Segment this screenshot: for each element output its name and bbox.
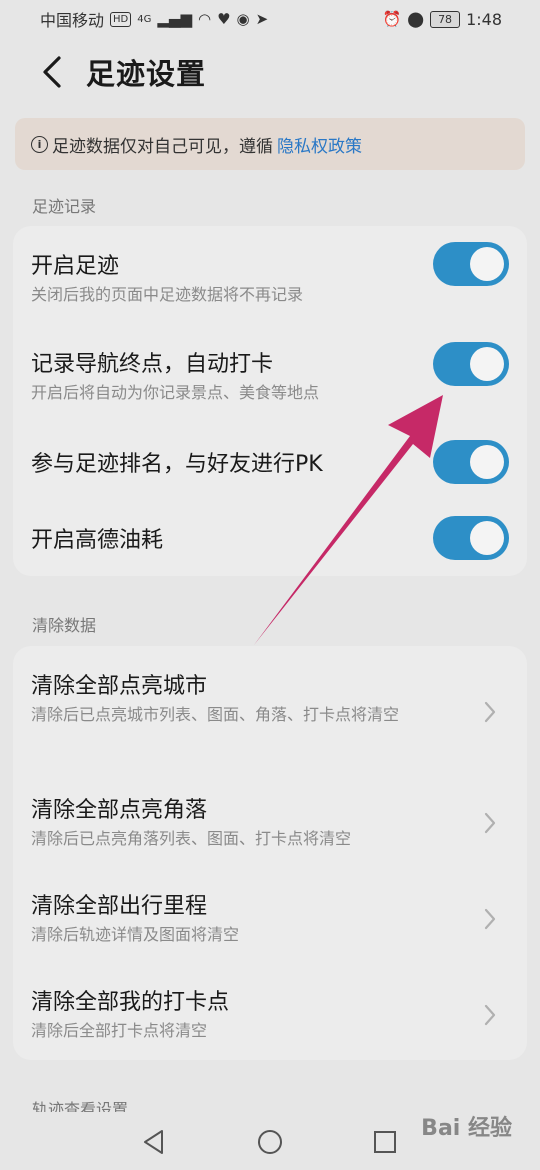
setting-row-enable-footprint[interactable]: 开启足迹 关闭后我的页面中足迹数据将不再记录 — [13, 226, 527, 326]
nav-back-icon[interactable] — [140, 1127, 170, 1157]
setting-title: 记录导航终点，自动打卡 — [31, 352, 274, 377]
info-icon: i — [31, 135, 48, 153]
app-notification-icon: ◉ — [236, 10, 250, 28]
clear-subtitle: 清除后轨迹详情及图面将清空 — [31, 925, 240, 944]
clear-row-cities[interactable]: 清除全部点亮城市 清除后已点亮城市列表、图面、角落、打卡点将清空 — [13, 646, 527, 770]
setting-row-fuel-consumption[interactable]: 开启高德油耗 — [13, 502, 527, 576]
clear-subtitle: 清除后已点亮角落列表、图面、打卡点将清空 — [31, 829, 352, 848]
back-arrow-icon — [43, 56, 61, 88]
setting-row-ranking-pk[interactable]: 参与足迹排名，与好友进行PK — [13, 426, 527, 502]
clear-title: 清除全部我的打卡点 — [31, 990, 230, 1015]
clear-subtitle: 清除后全部打卡点将清空 — [31, 1021, 208, 1040]
location-icon: ⬤ — [407, 10, 425, 28]
clear-title: 清除全部点亮城市 — [31, 674, 208, 699]
toggle-enable-footprint[interactable] — [433, 242, 509, 286]
battery-indicator: 78 — [430, 10, 461, 28]
page-title: 足迹设置 — [86, 57, 207, 91]
setting-subtitle: 关闭后我的页面中足迹数据将不再记录 — [31, 285, 304, 304]
chevron-right-icon — [484, 908, 496, 930]
setting-title: 参与足迹排名，与好友进行PK — [31, 452, 323, 477]
toggle-knob — [470, 247, 504, 281]
setting-subtitle: 开启后将自动为你记录景点、美食等地点 — [31, 383, 320, 402]
setting-title: 开启足迹 — [31, 254, 120, 279]
status-bar: 中国移动 HD 4G ▂▄▆ ◠ ♥ ◉ ➤ ⏰ ⬤ 78 1:48 — [0, 0, 540, 38]
section-title-footprint: 足迹记录 — [32, 197, 97, 216]
section-title-clear-data: 清除数据 — [32, 616, 97, 635]
privacy-policy-link[interactable]: 隐私权政策 — [277, 132, 362, 157]
hd-badge: HD — [110, 11, 132, 27]
network-type: 4G — [137, 13, 152, 25]
chevron-right-icon — [484, 812, 496, 834]
footprint-settings-card: 开启足迹 关闭后我的页面中足迹数据将不再记录 记录导航终点，自动打卡 开启后将自… — [13, 226, 527, 576]
clear-title: 清除全部点亮角落 — [31, 798, 208, 823]
wifi-icon: ◠ — [197, 10, 212, 28]
alarm-icon: ⏰ — [382, 10, 402, 28]
status-bar-left: 中国移动 HD 4G ▂▄▆ ◠ ♥ ◉ ➤ — [40, 7, 268, 31]
privacy-notice: i 足迹数据仅对自己可见，遵循 隐私权政策 — [15, 118, 525, 170]
clear-data-card: 清除全部点亮城市 清除后已点亮城市列表、图面、角落、打卡点将清空 清除全部点亮角… — [13, 646, 527, 1060]
chevron-right-icon — [484, 1004, 496, 1026]
nav-home-icon[interactable] — [255, 1127, 285, 1157]
heart-icon: ♥ — [217, 10, 231, 28]
status-bar-right: ⏰ ⬤ 78 1:48 — [383, 10, 502, 29]
back-button[interactable] — [22, 42, 82, 102]
clear-row-corners[interactable]: 清除全部点亮角落 清除后已点亮角落列表、图面、打卡点将清空 — [13, 770, 527, 866]
toggle-knob — [470, 521, 504, 555]
toggle-auto-checkin[interactable] — [433, 342, 509, 386]
clock: 1:48 — [466, 9, 502, 29]
header: 足迹设置 — [0, 40, 540, 104]
toggle-fuel-consumption[interactable] — [433, 516, 509, 560]
setting-row-auto-checkin[interactable]: 记录导航终点，自动打卡 开启后将自动为你记录景点、美食等地点 — [13, 326, 527, 426]
signal-icon: ▂▄▆ — [157, 10, 192, 28]
send-icon: ➤ — [255, 10, 269, 28]
clear-row-checkins[interactable]: 清除全部我的打卡点 清除后全部打卡点将清空 — [13, 962, 527, 1060]
notice-text: 足迹数据仅对自己可见，遵循 — [52, 136, 273, 157]
chevron-right-icon — [484, 701, 496, 723]
clear-row-mileage[interactable]: 清除全部出行里程 清除后轨迹详情及图面将清空 — [13, 866, 527, 962]
toggle-knob — [470, 347, 504, 381]
clear-subtitle: 清除后已点亮城市列表、图面、角落、打卡点将清空 — [31, 705, 400, 724]
carrier-label: 中国移动 — [40, 11, 105, 30]
watermark-logo: Bai 经验 — [421, 1116, 512, 1141]
clear-title: 清除全部出行里程 — [31, 894, 208, 919]
toggle-knob — [470, 445, 504, 479]
toggle-ranking-pk[interactable] — [433, 440, 509, 484]
setting-title: 开启高德油耗 — [31, 528, 164, 553]
nav-recents-icon[interactable] — [370, 1127, 400, 1157]
